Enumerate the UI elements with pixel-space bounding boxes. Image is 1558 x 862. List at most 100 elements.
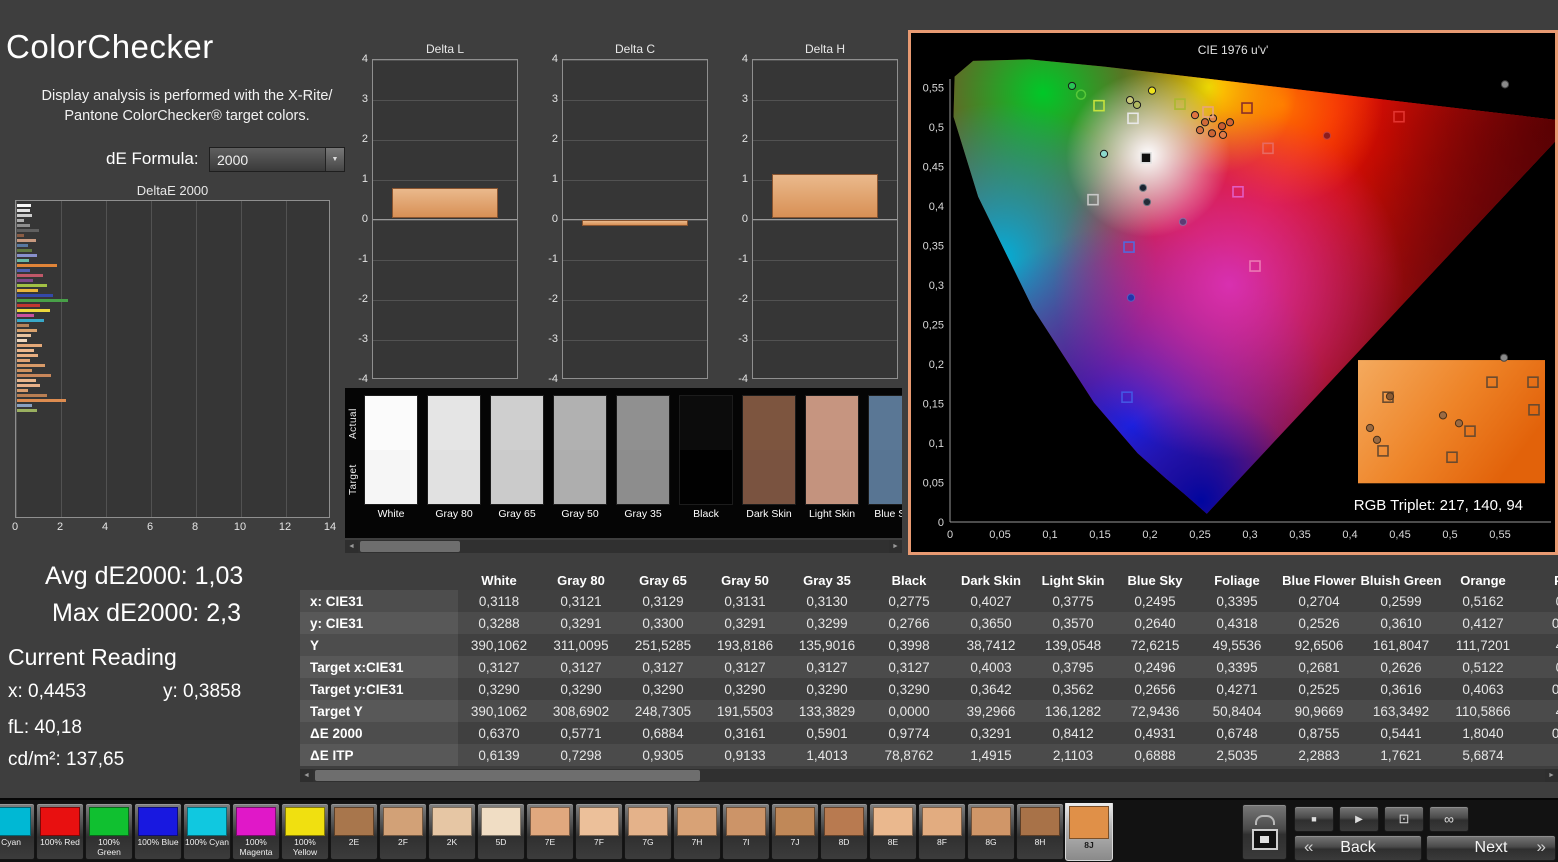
swatch-actual [869,396,902,450]
deltae-bar [17,209,30,212]
delta-chart-yticks: 4 3 2 1 0 -1 -2 -3 -4 [358,53,368,385]
scroll-right-icon[interactable]: ► [889,540,902,553]
patch-button-100-cyan[interactable]: 100% Cyan [183,803,231,860]
description-line-1: Display analysis is performed with the X… [41,88,333,104]
patch-button-8h[interactable]: 8H [1016,803,1064,860]
patch-button-100-magenta[interactable]: 100% Magenta [232,803,280,860]
table-cell: 49,5536 [1196,634,1278,656]
table-row-label: x: CIE31 [300,590,458,612]
scroll-right-icon[interactable]: ► [1545,769,1558,782]
table-cell: 0,6888 [1114,744,1196,766]
table-column-header: Blue Sky [1127,572,1183,588]
table-column-header: Gray 50 [721,572,769,588]
pattern-button[interactable]: ⊡ [1384,806,1424,832]
deltae-xtick: 4 [101,521,109,533]
delta-chart-title: Delta C [614,42,655,56]
table-cell: 0,3775 [1032,590,1114,612]
table-column-header: Dark Skin [961,572,1021,588]
table-cell: 39,2966 [950,700,1032,722]
patch-button-5d[interactable]: 5D [477,803,525,860]
display-pattern-button[interactable] [1242,804,1287,860]
patch-button-7j[interactable]: 7J [771,803,819,860]
patch-swatch [873,807,913,836]
table-cell: 0,3118 [458,590,540,612]
svg-text:0,15: 0,15 [1089,529,1110,541]
patch-button-2e[interactable]: 2E [330,803,378,860]
swatch-scrollbar[interactable]: ◄ ► [345,540,902,553]
deltae-bar [17,279,34,282]
swatch-gray-80: Gray 80 [427,395,481,537]
delta-bar [581,220,689,226]
svg-text:0,2: 0,2 [929,359,944,371]
patch-button-8e[interactable]: 8E [869,803,917,860]
table-column-header: Gray 65 [639,572,687,588]
svg-text:0,55: 0,55 [1489,529,1510,541]
table-scrollbar[interactable]: ◄ ► [300,769,1558,782]
stop-button[interactable]: ■ [1294,806,1334,832]
loop-button[interactable]: ∞ [1429,806,1469,832]
table-cell: 161,8047 [1360,634,1442,656]
patch-button-cyan[interactable]: Cyan [0,803,35,860]
scroll-left-icon[interactable]: ◄ [300,769,313,782]
patch-button-100-red[interactable]: 100% Red [36,803,84,860]
delta-chart-plot [372,59,518,379]
patch-button-7i[interactable]: 7I [722,803,770,860]
svg-text:0,45: 0,45 [1389,529,1410,541]
swatch-scrollbar-track[interactable] [358,540,889,553]
swatch-actual [806,396,858,450]
patch-button-7g[interactable]: 7G [624,803,672,860]
patch-button-8j[interactable]: 8J [1065,803,1113,861]
swatch-target [680,450,732,504]
patch-swatch [0,807,31,836]
patch-button-8g[interactable]: 8G [967,803,1015,860]
play-button[interactable]: ▶ [1339,806,1379,832]
table-scrollbar-thumb[interactable] [315,770,700,781]
deltae-bar [17,299,69,302]
table-row: Y 390,1062 311,0095 251,5285 193,8186 135,901… [300,634,1558,656]
table-scrollbar-track[interactable] [313,769,1545,782]
table-cell: 1,4013 [786,744,868,766]
patch-button-7h[interactable]: 7H [673,803,721,860]
patch-button-8f[interactable]: 8F [918,803,966,860]
swatch-gray-35: Gray 35 [616,395,670,537]
patch-button-2f[interactable]: 2F [379,803,427,860]
swatch-label: Light Skin [808,508,856,520]
swatch-gray-65: Gray 65 [490,395,544,537]
patch-button-100-blue[interactable]: 100% Blue [134,803,182,860]
next-button[interactable]: Next » [1426,835,1556,861]
patch-swatch [334,807,374,836]
current-x: x: 0,4453 [8,681,87,702]
deltae-bar [17,239,36,242]
table-cell: 0,3131 [704,590,786,612]
patch-swatch [1020,807,1060,836]
patch-label: 7G [642,837,654,847]
patch-label: 8F [937,837,947,847]
back-button[interactable]: « Back [1294,835,1422,861]
table-cell: 72,9436 [1114,700,1196,722]
deltae-xtick: 0 [11,521,19,533]
patch-swatch [824,807,864,836]
deltae-chart-title: DeltaE 2000 [136,183,209,198]
patch-button-100-yellow[interactable]: 100% Yellow [281,803,329,860]
de-formula-dropdown[interactable]: 2000 ▼ [209,147,345,172]
scroll-left-icon[interactable]: ◄ [345,540,358,553]
table-cell: 191,5503 [704,700,786,722]
table-cell: 0,3290 [786,678,868,700]
patch-button-7f[interactable]: 7F [575,803,623,860]
patch-button-7e[interactable]: 7E [526,803,574,860]
chevron-down-icon[interactable]: ▼ [325,148,344,171]
table-cell: 0,2 [1524,590,1558,612]
back-label: Back [1340,839,1376,856]
swatch-light-skin: Light Skin [805,395,859,537]
table-cell: 0,4063 [1442,678,1524,700]
current-xy: x: 0,4453 y: 0,3858 [8,681,241,703]
cie-point [1218,130,1228,140]
patch-button-8d[interactable]: 8D [820,803,868,860]
patch-button-100-green[interactable]: 100% Green [85,803,133,860]
table-cell: 0,3288 [458,612,540,634]
table-cell: 0,5771 [540,722,622,744]
patch-button-2k[interactable]: 2K [428,803,476,860]
patch-label: 7J [790,837,800,847]
swatch-scrollbar-thumb[interactable] [360,541,460,552]
deltae-bar [17,274,43,277]
